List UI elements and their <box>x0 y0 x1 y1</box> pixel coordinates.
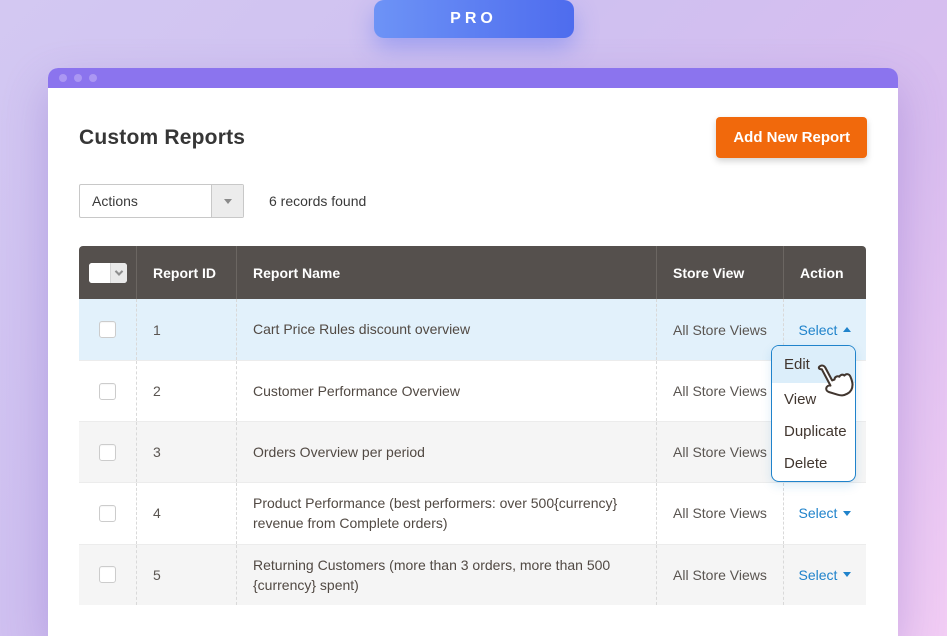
row-checkbox-cell <box>79 545 136 606</box>
page-header: Custom Reports Add New Report <box>79 117 867 158</box>
menu-item-view[interactable]: View <box>772 383 855 415</box>
window-titlebar <box>48 68 898 88</box>
column-header-report-name[interactable]: Report Name <box>236 246 656 299</box>
row-checkbox[interactable] <box>99 383 116 400</box>
table-row: 4 Product Performance (best performers: … <box>79 482 866 544</box>
row-checkbox[interactable] <box>99 566 116 583</box>
reports-table: Report ID Report Name Store View Action … <box>79 246 866 605</box>
app-window: Custom Reports Add New Report Actions 6 … <box>48 68 898 636</box>
report-name-cell: Returning Customers (more than 3 orders,… <box>236 545 656 606</box>
action-cell: Select <box>783 483 866 544</box>
row-checkbox-cell <box>79 299 136 360</box>
column-header-report-id[interactable]: Report ID <box>136 246 236 299</box>
table-row: 5 Returning Customers (more than 3 order… <box>79 544 866 606</box>
store-view-cell: All Store Views <box>656 299 783 360</box>
report-name-cell: Cart Price Rules discount overview <box>236 299 656 360</box>
records-count: 6 records found <box>269 193 366 209</box>
page-title: Custom Reports <box>79 126 245 150</box>
report-id-cell: 4 <box>136 483 236 544</box>
action-cell: Select <box>783 545 866 606</box>
row-checkbox[interactable] <box>99 444 116 461</box>
store-view-cell: All Store Views <box>656 483 783 544</box>
report-name-cell: Customer Performance Overview <box>236 361 656 421</box>
report-id-cell: 3 <box>136 422 236 482</box>
pro-badge: PRO <box>374 0 574 38</box>
store-view-cell: All Store Views <box>656 422 783 482</box>
menu-item-delete[interactable]: Delete <box>772 447 855 479</box>
row-checkbox[interactable] <box>99 505 116 522</box>
row-checkbox[interactable] <box>99 321 116 338</box>
actions-dropdown-arrow[interactable] <box>211 185 243 217</box>
actions-dropdown[interactable]: Actions <box>79 184 244 218</box>
caret-down-icon <box>224 199 232 204</box>
report-id-cell: 2 <box>136 361 236 421</box>
report-name-cell: Orders Overview per period <box>236 422 656 482</box>
report-id-cell: 5 <box>136 545 236 606</box>
pro-badge-label: PRO <box>450 10 497 28</box>
toolbar: Actions 6 records found <box>79 184 867 218</box>
column-header-action[interactable]: Action <box>783 246 866 299</box>
add-new-report-button[interactable]: Add New Report <box>716 117 867 158</box>
select-action-link[interactable]: Select <box>799 567 852 583</box>
chevron-down-icon <box>114 267 122 275</box>
row-action-menu: Edit View Duplicate Delete <box>771 345 856 482</box>
select-all-checkbox-box[interactable] <box>89 263 110 283</box>
caret-down-icon <box>843 572 851 577</box>
menu-item-edit[interactable]: Edit <box>772 346 855 383</box>
store-view-cell: All Store Views <box>656 361 783 421</box>
menu-item-duplicate[interactable]: Duplicate <box>772 415 855 447</box>
window-dot-icon <box>89 74 97 82</box>
table-row: 2 Customer Performance Overview All Stor… <box>79 360 866 421</box>
table-row: 1 Cart Price Rules discount overview All… <box>79 299 866 360</box>
actions-dropdown-label: Actions <box>80 193 211 209</box>
caret-up-icon <box>843 327 851 332</box>
select-action-link[interactable]: Select <box>799 505 852 521</box>
select-action-label: Select <box>799 322 838 338</box>
select-action-link[interactable]: Select <box>799 322 852 338</box>
row-checkbox-cell <box>79 422 136 482</box>
select-all-header-cell <box>79 246 136 299</box>
window-dot-icon <box>74 74 82 82</box>
caret-down-icon <box>843 511 851 516</box>
column-header-store-view[interactable]: Store View <box>656 246 783 299</box>
table-row: 3 Orders Overview per period All Store V… <box>79 421 866 482</box>
row-checkbox-cell <box>79 483 136 544</box>
select-all-dropdown-toggle[interactable] <box>110 263 127 283</box>
select-all-checkbox[interactable] <box>89 263 127 283</box>
select-action-label: Select <box>799 505 838 521</box>
report-id-cell: 1 <box>136 299 236 360</box>
row-checkbox-cell <box>79 361 136 421</box>
window-dot-icon <box>59 74 67 82</box>
table-header-row: Report ID Report Name Store View Action <box>79 246 866 299</box>
report-name-cell: Product Performance (best performers: ov… <box>236 483 656 544</box>
store-view-cell: All Store Views <box>656 545 783 606</box>
select-action-label: Select <box>799 567 838 583</box>
